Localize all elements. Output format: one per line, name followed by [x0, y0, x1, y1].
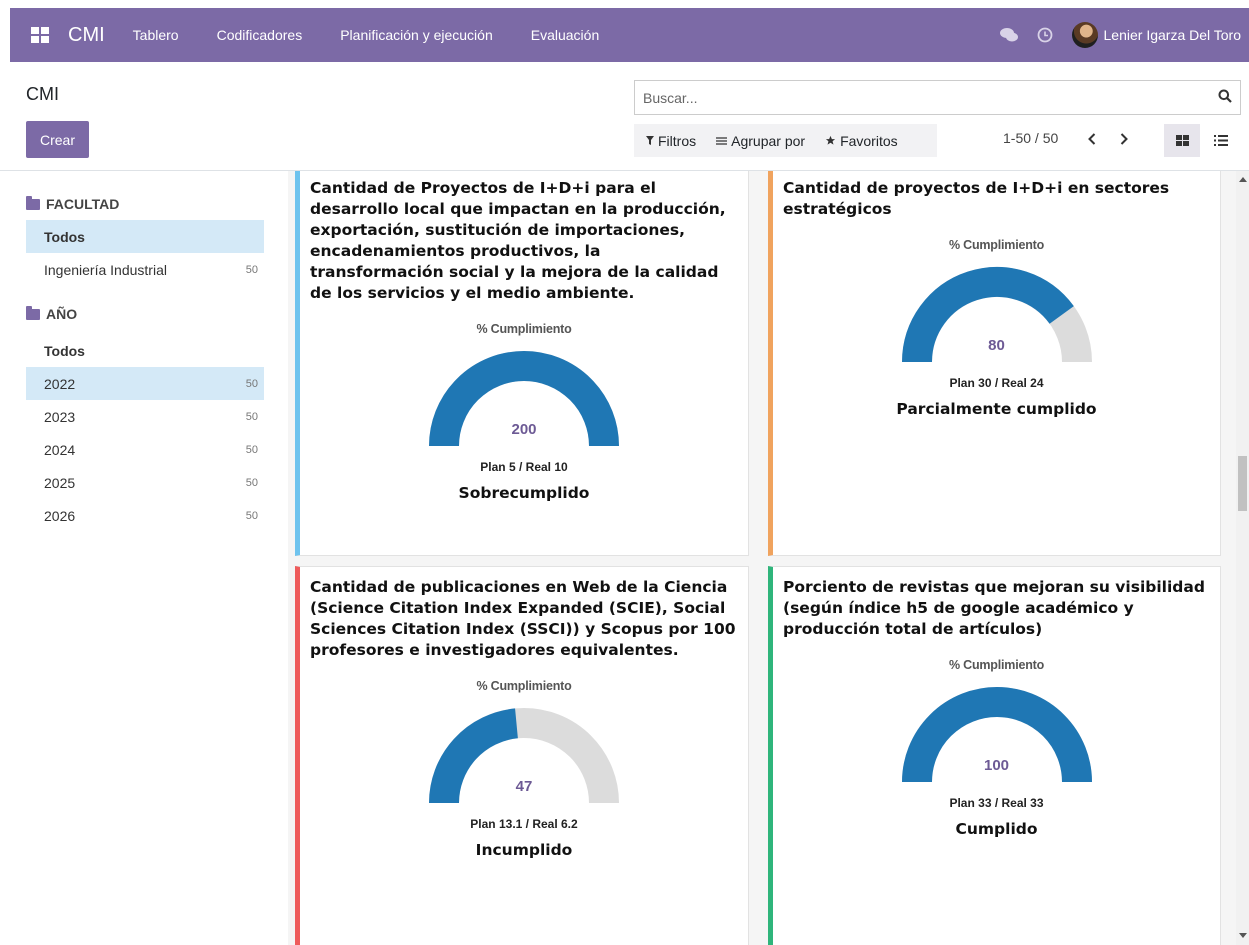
list-bars-icon — [716, 136, 728, 145]
plan-real-text: Plan 5 / Real 10 — [480, 460, 568, 474]
gauge-chart: 47 — [424, 703, 624, 811]
gauge-chart: 80 — [897, 262, 1097, 370]
sidebar-item-2022[interactable]: 2022 50 — [26, 367, 264, 400]
apps-menu-icon[interactable] — [18, 8, 62, 62]
status-label: Parcialmente cumplido — [896, 400, 1097, 418]
filter-icon — [646, 136, 654, 145]
card-title: Cantidad de publicaciones en Web de la C… — [310, 578, 736, 659]
status-label: Incumplido — [475, 841, 573, 859]
sidebar-item-2025[interactable]: 2025 50 — [26, 466, 264, 499]
favorites-label: Favoritos — [840, 132, 898, 149]
filters-button[interactable]: Filtros — [646, 133, 696, 149]
gauge-value: 47 — [515, 778, 533, 795]
sidebar-item-2026[interactable]: 2026 50 — [26, 499, 264, 532]
section-header-facultad: FACULTAD — [26, 188, 264, 220]
scrollbar[interactable] — [1236, 171, 1249, 945]
gauge-label: % Cumplimiento — [948, 658, 1045, 672]
kanban-view-icon[interactable] — [1164, 124, 1200, 157]
search-panel: FACULTAD Todos Ingeniería Industrial 50 … — [26, 188, 264, 532]
plan-real-text: Plan 30 / Real 24 — [949, 376, 1044, 390]
card-title: Cantidad de Proyectos de I+D+i para el d… — [310, 179, 726, 302]
plan-real-text: Plan 13.1 / Real 6.2 — [470, 817, 578, 831]
card-title: Cantidad de proyectos de I+D+i en sector… — [783, 179, 1170, 218]
gauge-value: 100 — [983, 757, 1010, 774]
kanban-view: Cantidad de Proyectos de I+D+i para el d… — [288, 171, 1236, 945]
kanban-card[interactable]: Cantidad de Proyectos de I+D+i para el d… — [295, 171, 749, 556]
user-name: Lenier Igarza Del Toro — [1103, 27, 1241, 43]
status-label: Sobrecumplido — [458, 484, 590, 502]
gauge-label: % Cumplimiento — [476, 679, 572, 693]
group-by-button[interactable]: Agrupar por — [716, 133, 805, 149]
next-page-icon[interactable] — [1114, 127, 1134, 151]
kanban-card[interactable]: Cantidad de publicaciones en Web de la C… — [295, 566, 749, 945]
search-icon[interactable] — [1218, 89, 1232, 106]
group-by-label: Agrupar por — [731, 132, 806, 149]
gauge-label: % Cumplimiento — [476, 322, 572, 336]
sidebar-item-facultad-todos[interactable]: Todos — [26, 220, 264, 253]
menu-planificacion[interactable]: Planificación y ejecución — [340, 27, 493, 43]
sidebar-item-ano-todos[interactable]: Todos — [26, 334, 264, 367]
gauge-chart: 100 — [897, 682, 1097, 790]
filter-bar: Filtros Agrupar por Favoritos — [634, 124, 937, 157]
create-button[interactable]: Crear — [26, 121, 89, 158]
sidebar-item-2024[interactable]: 2024 50 — [26, 433, 264, 466]
plan-real-text: Plan 33 / Real 33 — [949, 796, 1044, 810]
status-label: Cumplido — [955, 820, 1038, 838]
pager-value[interactable]: 1-50 / 50 — [1003, 130, 1058, 146]
app-brand[interactable]: CMI — [68, 24, 105, 47]
gauge-value: 80 — [988, 337, 1005, 354]
user-menu[interactable]: Lenier Igarza Del Toro — [1071, 22, 1241, 48]
search-input[interactable] — [643, 89, 1218, 106]
gauge-label: % Cumplimiento — [948, 238, 1045, 252]
clock-icon[interactable] — [1036, 26, 1054, 44]
kanban-card[interactable]: Porciento de revistas que mejoran su vis… — [768, 566, 1221, 945]
sidebar-item-ingenieria-industrial[interactable]: Ingeniería Industrial 50 — [26, 253, 264, 286]
card-title: Porciento de revistas que mejoran su vis… — [783, 578, 1205, 638]
kanban-card[interactable]: Cantidad de proyectos de I+D+i en sector… — [768, 171, 1221, 556]
favorites-button[interactable]: Favoritos — [825, 133, 898, 149]
top-navbar: CMI Tablero Codificadores Planificación … — [10, 8, 1249, 62]
page-title: CMI — [26, 84, 59, 104]
menu-evaluacion[interactable]: Evaluación — [531, 27, 600, 43]
menu-codificadores[interactable]: Codificadores — [217, 27, 303, 43]
gauge-value: 200 — [511, 421, 537, 438]
scroll-thumb[interactable] — [1238, 456, 1247, 511]
star-icon — [825, 135, 836, 145]
filters-label: Filtros — [658, 132, 697, 149]
search-bar — [634, 80, 1241, 115]
gauge-chart: 200 — [424, 346, 624, 454]
section-header-ano: AÑO — [26, 298, 264, 330]
list-view-icon[interactable] — [1203, 124, 1239, 157]
scroll-down-icon[interactable] — [1239, 933, 1247, 938]
previous-page-icon[interactable] — [1082, 127, 1102, 151]
folder-icon — [26, 195, 40, 210]
avatar — [1071, 22, 1098, 48]
folder-icon — [26, 305, 40, 320]
chat-icon[interactable] — [999, 26, 1018, 44]
sidebar-item-2023[interactable]: 2023 50 — [26, 400, 264, 433]
menu-tablero[interactable]: Tablero — [133, 27, 179, 43]
scroll-up-icon[interactable] — [1239, 177, 1247, 182]
